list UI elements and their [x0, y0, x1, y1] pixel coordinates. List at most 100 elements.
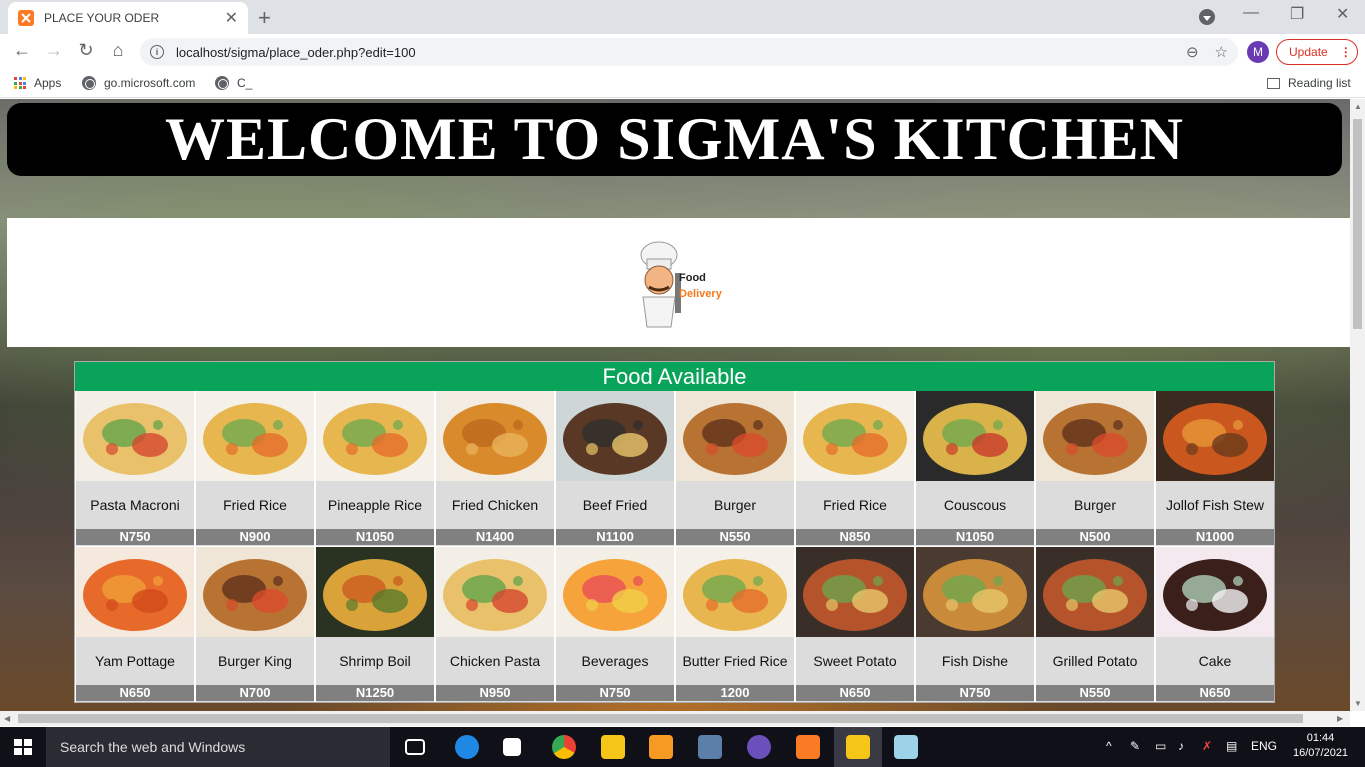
- battery-icon[interactable]: ▭: [1155, 739, 1166, 753]
- new-tab-button[interactable]: +: [258, 5, 271, 31]
- food-card[interactable]: Pineapple Rice N1050: [316, 391, 434, 546]
- back-icon[interactable]: ←: [10, 40, 34, 61]
- food-card[interactable]: Beverages N750: [556, 547, 674, 702]
- tab-close-icon[interactable]: ✕: [225, 8, 238, 28]
- food-card[interactable]: Beef Fried N1100: [556, 391, 674, 546]
- zoom-icon[interactable]: ⊖: [1186, 43, 1199, 61]
- language-indicator[interactable]: ENG: [1251, 739, 1277, 753]
- folder-app-icon[interactable]: [846, 735, 870, 759]
- home-icon[interactable]: ⌂: [106, 40, 130, 61]
- profile-avatar[interactable]: M: [1247, 41, 1269, 63]
- taskbar-clock[interactable]: 01:44 16/07/2021: [1293, 731, 1348, 761]
- food-name: Beef Fried: [582, 497, 648, 513]
- food-card[interactable]: Fish Dishe N750: [916, 547, 1034, 702]
- yam-image[interactable]: [76, 547, 194, 637]
- fish-image[interactable]: [916, 547, 1034, 637]
- bookmark-c[interactable]: C_: [215, 76, 252, 90]
- fish-stew-image[interactable]: [1156, 391, 1274, 481]
- food-card[interactable]: Couscous N1050: [916, 391, 1034, 546]
- potato-image[interactable]: [1036, 547, 1154, 637]
- bookmark-apps[interactable]: Apps: [14, 76, 61, 90]
- github-icon[interactable]: [747, 735, 771, 759]
- edge-icon[interactable]: [455, 735, 479, 759]
- food-card[interactable]: Jollof Fish Stew N1000: [1156, 391, 1274, 546]
- food-card[interactable]: Butter Fried Rice 1200: [676, 547, 794, 702]
- food-card[interactable]: Grilled Potato N550: [1036, 547, 1154, 702]
- burger-image[interactable]: [196, 547, 314, 637]
- reload-icon[interactable]: ↻: [74, 40, 98, 61]
- beef-image[interactable]: [556, 391, 674, 481]
- food-card[interactable]: Fried Rice N900: [196, 391, 314, 546]
- forward-icon[interactable]: →: [42, 40, 66, 61]
- horizontal-scrollbar[interactable]: ◀ ▶: [0, 711, 1350, 726]
- bookmark-microsoft[interactable]: go.microsoft.com: [82, 76, 195, 90]
- food-card[interactable]: Pasta Macroni N750: [76, 391, 194, 546]
- xampp-icon[interactable]: [796, 735, 820, 759]
- food-card[interactable]: Burger N550: [676, 391, 794, 546]
- chrome-icon[interactable]: [552, 735, 576, 759]
- task-view-icon[interactable]: [405, 739, 425, 755]
- burger-image[interactable]: [676, 391, 794, 481]
- potato-image[interactable]: [796, 547, 914, 637]
- address-bar[interactable]: i localhost/sigma/place_oder.php?edit=10…: [140, 38, 1238, 66]
- url-text[interactable]: localhost/sigma/place_oder.php?edit=100: [176, 45, 1170, 60]
- bookmark-star-icon[interactable]: ☆: [1215, 43, 1228, 61]
- food-name: Couscous: [943, 497, 1007, 513]
- xampp-favicon-icon: [18, 10, 34, 26]
- food-name: Beverages: [581, 653, 649, 669]
- reading-list[interactable]: Reading list: [1267, 76, 1351, 90]
- scroll-right-icon[interactable]: ▶: [1337, 714, 1343, 723]
- volume-icon[interactable]: ♪: [1178, 739, 1184, 753]
- chicken-image[interactable]: [436, 391, 554, 481]
- burger-image[interactable]: [1036, 391, 1154, 481]
- rice-image[interactable]: [796, 391, 914, 481]
- vertical-scrollbar[interactable]: ▲ ▼: [1350, 99, 1365, 711]
- site-info-icon[interactable]: i: [150, 45, 164, 59]
- rice-image[interactable]: [316, 391, 434, 481]
- update-button[interactable]: Update ⋮: [1276, 39, 1358, 65]
- food-card[interactable]: Sweet Potato N650: [796, 547, 914, 702]
- food-card[interactable]: Burger N500: [1036, 391, 1154, 546]
- scroll-down-icon[interactable]: ▼: [1354, 699, 1362, 708]
- scroll-left-icon[interactable]: ◀: [4, 714, 10, 723]
- food-card[interactable]: Fried Rice N850: [796, 391, 914, 546]
- window-close-icon[interactable]: ✕: [1336, 4, 1349, 24]
- horizontal-scroll-thumb[interactable]: [18, 714, 1303, 723]
- food-card[interactable]: Cake N650: [1156, 547, 1274, 702]
- jcreator-icon[interactable]: [698, 735, 722, 759]
- drinks-image[interactable]: [556, 547, 674, 637]
- food-price: N550: [1036, 685, 1154, 701]
- file-explorer-icon[interactable]: [601, 735, 625, 759]
- pasta-image[interactable]: [76, 391, 194, 481]
- browser-tab[interactable]: PLACE YOUR ODER ✕: [8, 2, 248, 34]
- pasta-image[interactable]: [436, 547, 554, 637]
- shrimp-image[interactable]: [316, 547, 434, 637]
- network-icon[interactable]: ✗: [1202, 739, 1212, 753]
- food-card[interactable]: Fried Chicken N1400: [436, 391, 554, 546]
- food-card[interactable]: Burger King N700: [196, 547, 314, 702]
- food-card[interactable]: Chicken Pasta N950: [436, 547, 554, 702]
- scroll-up-icon[interactable]: ▲: [1354, 102, 1362, 111]
- vertical-scroll-thumb[interactable]: [1353, 119, 1362, 329]
- food-card[interactable]: Shrimp Boil N1250: [316, 547, 434, 702]
- food-name: Grilled Potato: [1052, 653, 1138, 669]
- food-price: N650: [1156, 685, 1274, 701]
- store-icon[interactable]: [503, 738, 521, 756]
- windows-start-icon[interactable]: [14, 739, 32, 755]
- couscous-image[interactable]: [916, 391, 1034, 481]
- page-title: WELCOME TO SIGMA'S KITCHEN: [165, 106, 1184, 172]
- sublime-text-icon[interactable]: [649, 735, 673, 759]
- minimize-icon[interactable]: —: [1243, 4, 1259, 22]
- cake-image[interactable]: [1156, 547, 1274, 637]
- restore-icon[interactable]: ❐: [1290, 4, 1304, 24]
- notification-icon[interactable]: ▤: [1226, 739, 1237, 753]
- notes-app-icon[interactable]: [894, 735, 918, 759]
- rice-image[interactable]: [196, 391, 314, 481]
- rice-image[interactable]: [676, 547, 794, 637]
- pen-icon[interactable]: ✎: [1130, 739, 1140, 753]
- taskbar-search[interactable]: Search the web and Windows: [46, 727, 390, 767]
- logo-band: Food Delivery: [7, 218, 1350, 347]
- food-card[interactable]: Yam Pottage N650: [76, 547, 194, 702]
- tray-chevron-icon[interactable]: ^: [1106, 739, 1112, 753]
- tab-search-icon[interactable]: [1199, 9, 1215, 25]
